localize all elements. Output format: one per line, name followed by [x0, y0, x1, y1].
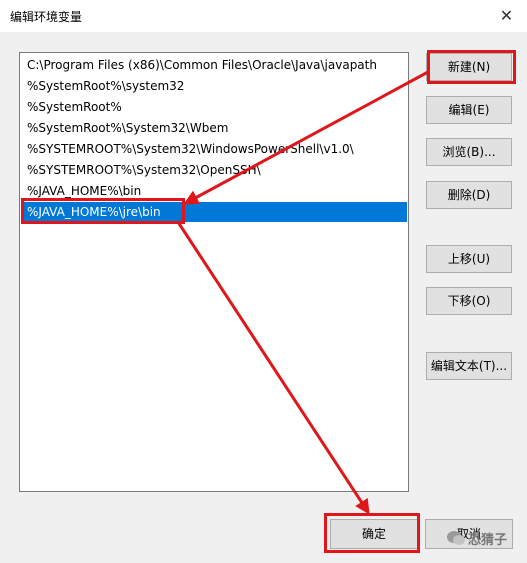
- watermark: 恐猜子: [446, 528, 522, 550]
- arrow-item-to-ok: [176, 221, 370, 515]
- arrow-new-to-item: [183, 70, 429, 205]
- annotation-arrows: [176, 70, 429, 515]
- watermark-text: 恐猜子: [468, 533, 508, 548]
- wechat-icon: [447, 531, 465, 545]
